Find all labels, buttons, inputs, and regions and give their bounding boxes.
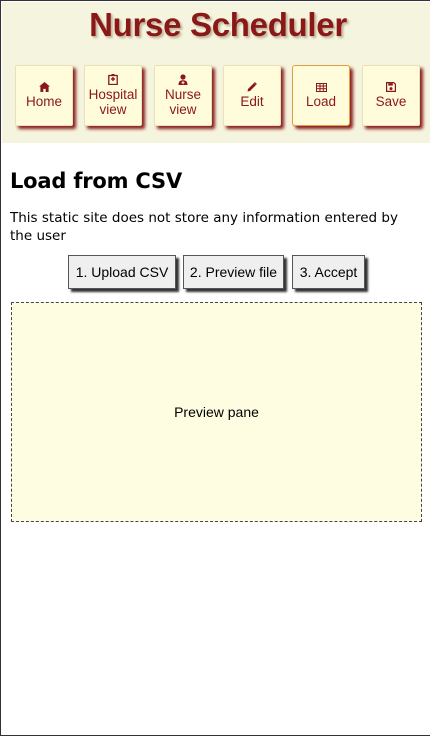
hospital-icon	[108, 74, 118, 85]
accept-button[interactable]: 3. Accept	[292, 255, 365, 289]
app-window: Nurse Scheduler Home Hospital view Nurse…	[0, 0, 430, 736]
pencil-icon	[247, 82, 257, 92]
nav-nurse-view-label-line1: Nurse	[164, 87, 201, 102]
nav-edit-button[interactable]: Edit	[223, 65, 281, 126]
user-nurse-icon	[178, 74, 188, 85]
nav-home-label: Home	[25, 94, 62, 109]
nav-save-button[interactable]: Save	[362, 65, 420, 126]
nav-hospital-view-label-line2: view	[99, 102, 127, 117]
page-title: Load from CSV	[10, 169, 183, 193]
app-header: Nurse Scheduler Home Hospital view Nurse…	[2, 2, 430, 143]
nav-nurse-view-label-line2: view	[169, 102, 197, 117]
privacy-notice: This static site does not store any info…	[10, 210, 398, 244]
nav-nurse-view-button[interactable]: Nurse view	[154, 65, 212, 126]
upload-csv-button[interactable]: 1. Upload CSV	[68, 255, 176, 289]
nav-save-label: Save	[375, 94, 407, 109]
floppy-disk-icon	[386, 82, 396, 92]
nav-load-button[interactable]: Load	[292, 65, 350, 126]
preview-pane-label: Preview pane	[174, 404, 259, 420]
nav-hospital-view-button[interactable]: Hospital view	[84, 65, 142, 126]
preview-pane: Preview pane	[11, 302, 422, 522]
table-icon	[315, 82, 327, 92]
preview-file-button[interactable]: 2. Preview file	[183, 255, 284, 289]
home-icon	[38, 82, 50, 92]
nav-edit-label: Edit	[240, 94, 264, 109]
app-title: Nurse Scheduler	[89, 6, 347, 43]
nav-hospital-view-label-line1: Hospital	[88, 87, 138, 102]
nav-home-button[interactable]: Home	[15, 65, 73, 126]
nav-load-label: Load	[305, 93, 337, 109]
